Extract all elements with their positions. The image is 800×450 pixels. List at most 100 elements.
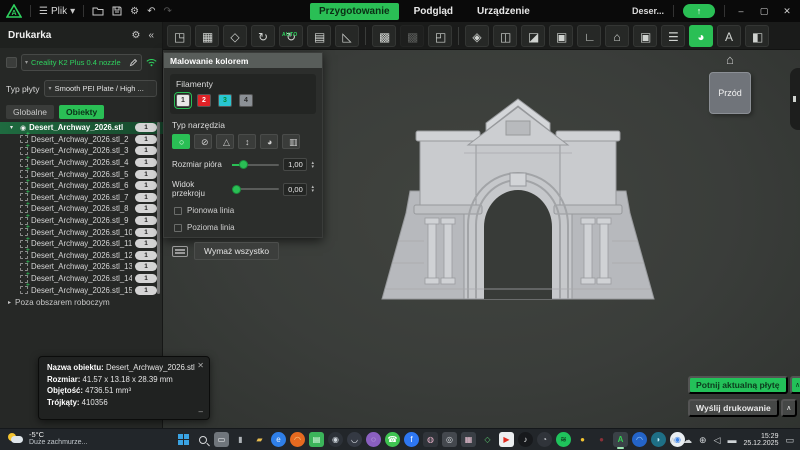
object-row[interactable]: Desert_Archway_2026.stl_111 (0, 236, 163, 250)
close-icon[interactable]: ✕ (197, 361, 204, 370)
slice-plate-button[interactable]: Potnij aktualną płytę (688, 376, 788, 394)
object-row[interactable]: Desert_Archway_2026.stl_2 1 (0, 131, 163, 146)
toolbar-paint-icon[interactable]: ◕ (689, 24, 713, 47)
tray-network-icon[interactable]: ⊕ (699, 435, 707, 446)
taskbar-firefox-icon[interactable]: ◠ (290, 432, 305, 447)
close-button[interactable]: ✕ (780, 6, 794, 17)
pen-size-slider[interactable] (232, 160, 280, 169)
toolbar-shield-box-icon[interactable]: ▣ (633, 24, 657, 47)
toolbar-lay-flat-icon[interactable]: ◺ (335, 24, 359, 47)
printer-select[interactable]: ▾ Creality K2 Plus 0.4 nozzle (21, 54, 142, 71)
toolbar-clone-grid-icon[interactable]: ▩ (400, 24, 424, 47)
taskbar-mic-icon[interactable]: ▮ (233, 432, 248, 447)
toolbar-transform-icon[interactable]: ◰ (428, 24, 452, 47)
edit-pencil-icon[interactable] (129, 58, 138, 67)
taskbar-viber-icon[interactable]: ◌ (366, 432, 381, 447)
taskbar-start-icon[interactable] (176, 432, 191, 447)
taskbar-youtube-icon[interactable]: ▶ (499, 432, 514, 447)
filament-swatch-4[interactable]: 4 (239, 94, 253, 107)
tab-podgląd[interactable]: Podgląd (405, 3, 462, 20)
object-row[interactable]: Desert_Archway_2026.stl_151 (0, 282, 163, 296)
toolbar-clone-icon[interactable]: ▩ (372, 24, 396, 47)
panel-title[interactable]: Malowanie kolorem (164, 53, 322, 68)
taskbar-whatsapp-icon[interactable]: ☎ (385, 432, 400, 447)
slice-options-arrow[interactable]: ∧ (789, 376, 800, 394)
toolbar-layers-icon[interactable]: ☰ (661, 24, 685, 47)
pen-size-spinner[interactable]: ▴ ▾ (311, 160, 314, 169)
model-desert-archway[interactable] (368, 93, 668, 308)
sidebar-tab-obiekty[interactable]: Obiekty (59, 105, 105, 119)
taskbar-clock[interactable]: 15:29 25.12.2025 (743, 433, 778, 448)
object-row[interactable]: Desert_Archway_2026.stl_5 1 (0, 166, 163, 180)
toolbar-box-in-box-icon[interactable]: ◫ (493, 24, 517, 47)
tool-gap-fill-icon[interactable]: ▥ (282, 134, 300, 149)
object-row[interactable]: Desert_Archway_2026.stl_8 1 (0, 201, 163, 215)
object-row[interactable]: Desert_Archway_2026.stl_101 (0, 224, 163, 238)
erase-all-button[interactable]: Wymaż wszystko (194, 242, 280, 260)
object-row[interactable]: Desert_Archway_2026.stl_9 1 (0, 213, 163, 227)
tool-sphere-icon[interactable]: ⊘ (194, 134, 212, 149)
section-view-slider[interactable] (232, 184, 280, 194)
taskbar-gallery-icon[interactable]: ▦ (461, 432, 476, 447)
scrollbar[interactable] (157, 122, 160, 294)
outside-plate-group[interactable]: ▸ Poza obszarem roboczym (8, 298, 110, 307)
toolbar-rotate-icon[interactable]: ↻ (251, 24, 275, 47)
taskbar-gphotos-icon[interactable]: ◇ (480, 432, 495, 447)
taskbar-bing-icon[interactable]: ◗ (651, 432, 666, 447)
taskbar-edge-icon[interactable]: e (271, 432, 286, 447)
taskbar-facebook-icon[interactable]: f (404, 432, 419, 447)
send-options-arrow[interactable]: ∧ (780, 399, 797, 417)
tool-height-range-icon[interactable]: ↕ (238, 134, 256, 149)
toolbar-overlap-icon[interactable]: ▣ (549, 24, 573, 47)
taskbar-dark-sphere-icon[interactable]: ● (594, 432, 609, 447)
taskbar-tweety-icon[interactable]: ● (575, 432, 590, 447)
object-row[interactable]: Desert_Archway_2026.stl_6 1 (0, 178, 163, 192)
taskbar-edge-beta-icon[interactable]: ◠ (632, 432, 647, 447)
tray-language-icon[interactable]: ▬ (727, 435, 736, 445)
undo-icon[interactable]: ↶ (147, 6, 155, 17)
filament-swatch-2[interactable]: 2 (197, 94, 211, 107)
send-print-button[interactable]: Wyślij drukowanie (688, 399, 779, 417)
taskbar-creality-icon[interactable]: A (613, 432, 628, 449)
tool-circle-icon[interactable]: ○ (172, 134, 190, 149)
weather-widget[interactable]: -5°C Duże zachmurze... (8, 431, 87, 447)
section-view-spinner[interactable]: ▴ ▾ (311, 185, 314, 194)
right-panel-handle[interactable] (790, 68, 800, 130)
toolbar-support-tower-icon[interactable]: ⌂ (605, 24, 629, 47)
wifi-icon[interactable] (146, 58, 157, 67)
object-row[interactable]: Desert_Archway_2026.stl_7 1 (0, 189, 163, 204)
toolbar-text-tool-icon[interactable]: A (717, 24, 741, 47)
tab-przygotowanie[interactable]: Przygotowanie (310, 2, 399, 20)
tool-fill-icon[interactable]: ◕ (260, 134, 278, 149)
object-row[interactable]: Desert_Archway_2026.stl_131 (0, 259, 163, 273)
taskbar-steam-icon[interactable]: ◉ (328, 432, 343, 447)
toolbar-iso-box-icon[interactable]: ◈ (465, 24, 489, 47)
toolbar-arrange-all-icon[interactable]: ◇ (223, 24, 247, 47)
vertical-line-checkbox[interactable] (174, 206, 182, 215)
object-row[interactable]: Desert_Archway_2026.stl_121 (0, 247, 163, 262)
object-row[interactable]: ▾ ◉ Desert_Archway_2026.stl 1 (0, 122, 163, 134)
taskbar-explorer-icon[interactable]: ▰ (252, 432, 267, 447)
filament-swatch-1[interactable]: 1 (174, 92, 192, 109)
slider-handle[interactable] (238, 160, 248, 169)
toolbar-merge-plate-icon[interactable]: ▤ (307, 24, 331, 47)
toolbar-auto-orient-icon[interactable]: ↻ AUTO (279, 24, 303, 47)
taskbar-camera-icon[interactable]: ◎ (442, 432, 457, 447)
taskbar-photos-app-icon[interactable]: ◍ (423, 432, 438, 447)
open-folder-icon[interactable] (92, 6, 104, 16)
tab-urządzenie[interactable]: Urządzenie (468, 3, 539, 20)
taskbar-spotify-icon[interactable]: ≋ (556, 432, 571, 447)
taskbar-obs-icon[interactable]: ◔ (537, 432, 552, 447)
view-cube[interactable]: Przód (709, 72, 751, 114)
taskbar-tiktok-icon[interactable]: ♪ (518, 432, 533, 447)
filament-swatch-3[interactable]: 3 (218, 94, 232, 107)
section-view-value[interactable]: 0,00 (283, 182, 308, 196)
tool-triangle-icon[interactable]: △ (216, 134, 234, 149)
sidebar-tab-globalne[interactable]: Globalne (6, 105, 55, 119)
minimize-panel-icon[interactable]: – (199, 407, 203, 416)
home-view-icon[interactable]: ⌂ (726, 52, 734, 67)
toolbar-split-icon[interactable]: ◧ (745, 24, 769, 47)
taskbar-notes-icon[interactable]: ▤ (309, 432, 324, 447)
toolbar-add-model-icon[interactable]: ◳ (167, 24, 191, 47)
redo-icon[interactable]: ↷ (163, 6, 171, 17)
